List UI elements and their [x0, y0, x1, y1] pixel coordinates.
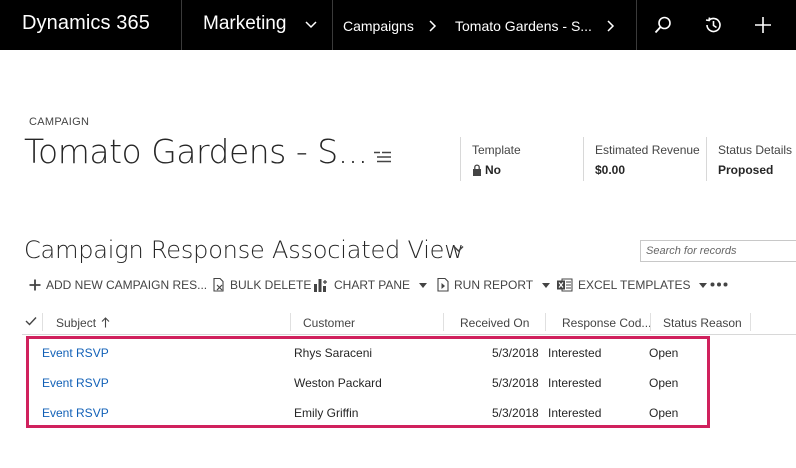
field-value: No [485, 163, 501, 177]
status-reason-cell: Open [649, 406, 679, 420]
caret-down-icon [419, 282, 428, 288]
nav-divider [181, 0, 182, 50]
header-field-estimated-revenue: Estimated Revenue $0.00 [583, 137, 703, 181]
caret-down-icon [542, 282, 551, 288]
customer-cell: Weston Packard [294, 376, 382, 390]
recent-history-icon[interactable] [703, 15, 723, 35]
select-all-checkmark-icon[interactable] [25, 316, 37, 326]
column-separator [545, 313, 546, 331]
response-code-cell: Interested [548, 376, 602, 390]
chevron-right-icon [429, 20, 437, 32]
response-code-cell: Interested [548, 346, 602, 360]
more-commands-icon[interactable] [710, 282, 728, 287]
column-header-status-reason[interactable]: Status Reason [663, 316, 742, 330]
entity-type-label: CAMPAIGN [29, 116, 90, 128]
header-field-template: Template No [460, 137, 580, 181]
top-nav-bar: Dynamics 365 Marketing Campaigns Tomato … [0, 0, 796, 50]
customer-cell: Emily Griffin [294, 406, 359, 420]
column-separator [750, 313, 751, 331]
subject-link[interactable]: Event RSVP [42, 406, 109, 420]
excel-icon [557, 278, 573, 292]
column-separator [42, 313, 43, 331]
sort-ascending-icon [101, 317, 110, 328]
list-menu-icon[interactable] [374, 151, 392, 163]
bulk-delete-button[interactable]: BULK DELETE [213, 276, 311, 294]
search-box[interactable] [640, 240, 796, 262]
chevron-right-icon[interactable] [606, 20, 616, 32]
bar-chart-icon [314, 279, 327, 292]
subject-link[interactable]: Event RSVP [42, 376, 109, 390]
grid-header: Subject Customer Received On Response Co… [22, 311, 796, 335]
button-label: CHART PANE [334, 278, 411, 292]
field-label: Status Details [718, 143, 793, 157]
column-header-received-on[interactable]: Received On [460, 316, 529, 330]
field-value: $0.00 [595, 163, 626, 177]
column-separator [290, 313, 291, 331]
run-report-button[interactable]: RUN REPORT [437, 276, 551, 294]
field-label: Estimated Revenue [595, 143, 700, 157]
field-label: Template [472, 143, 521, 157]
breadcrumb-campaigns[interactable]: Campaigns [343, 18, 414, 34]
table-row[interactable]: Event RSVP Weston Packard 5/3/2018 Inter… [22, 368, 712, 398]
column-header-customer[interactable]: Customer [303, 316, 355, 330]
caret-down-icon [699, 282, 708, 288]
subject-link[interactable]: Event RSVP [42, 346, 109, 360]
report-icon [437, 278, 449, 292]
chevron-down-icon[interactable] [305, 18, 317, 30]
breadcrumb-record[interactable]: Tomato Gardens - S... [455, 18, 592, 34]
column-separator [443, 313, 444, 331]
search-icon[interactable] [653, 15, 673, 35]
column-header-response-code[interactable]: Response Cod... [562, 316, 651, 330]
table-row[interactable]: Event RSVP Emily Griffin 5/3/2018 Intere… [22, 398, 712, 428]
add-new-campaign-response-button[interactable]: ADD NEW CAMPAIGN RES... [29, 276, 207, 294]
view-title[interactable]: Campaign Response Associated View [24, 236, 464, 264]
plus-icon [29, 279, 41, 291]
excel-templates-button[interactable]: EXCEL TEMPLATES [557, 276, 708, 294]
button-label: EXCEL TEMPLATES [578, 278, 691, 292]
response-code-cell: Interested [548, 406, 602, 420]
lock-icon [473, 164, 481, 176]
bulk-delete-icon [213, 278, 224, 292]
column-header-subject[interactable]: Subject [56, 316, 110, 330]
header-field-status-details: Status Details Proposed [706, 137, 796, 181]
column-separator [650, 313, 651, 331]
button-label: ADD NEW CAMPAIGN RES... [46, 278, 208, 292]
received-on-cell: 5/3/2018 [492, 376, 539, 390]
status-reason-cell: Open [649, 376, 679, 390]
status-reason-cell: Open [649, 346, 679, 360]
table-row[interactable]: Event RSVP Rhys Saraceni 5/3/2018 Intere… [22, 338, 712, 368]
nav-divider [332, 0, 333, 50]
chevron-down-icon[interactable] [453, 245, 464, 253]
button-label: RUN REPORT [454, 278, 534, 292]
nav-divider [636, 0, 637, 50]
app-brand[interactable]: Dynamics 365 [22, 12, 150, 35]
button-label: BULK DELETE [230, 278, 312, 292]
module-switcher[interactable]: Marketing [203, 13, 286, 35]
received-on-cell: 5/3/2018 [492, 406, 539, 420]
search-input[interactable] [641, 241, 791, 261]
add-icon[interactable] [753, 15, 773, 35]
chart-pane-button[interactable]: CHART PANE [313, 276, 428, 294]
received-on-cell: 5/3/2018 [492, 346, 539, 360]
customer-cell: Rhys Saraceni [294, 346, 373, 360]
record-title: Tomato Gardens - S... [24, 132, 368, 171]
field-value: Proposed [718, 163, 774, 177]
